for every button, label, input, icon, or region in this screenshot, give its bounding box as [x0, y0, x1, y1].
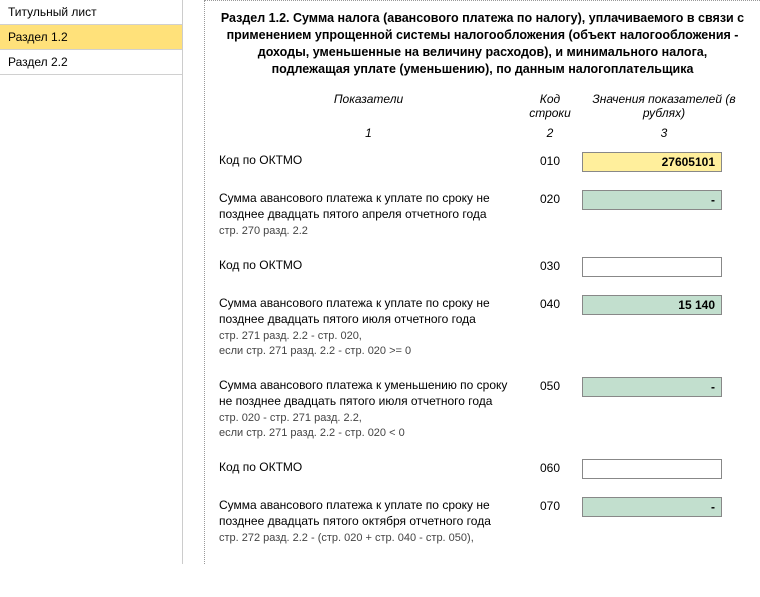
col-num-3: 3 [582, 126, 746, 140]
form-row: Сумма авансового платежа к уплате по сро… [219, 497, 746, 546]
row-code: 030 [518, 257, 582, 273]
row-label: Сумма авансового платежа к уменьшению по… [219, 377, 518, 441]
col-header-indicator: Показатели [219, 92, 518, 106]
column-numbers: 1 2 3 [219, 126, 746, 140]
row-label: Код по ОКТМО [219, 459, 518, 475]
row-note: стр. 020 - стр. 271 разд. 2.2, если стр.… [219, 411, 508, 441]
col-num-1: 1 [219, 126, 518, 140]
row-value [582, 459, 746, 479]
gutter [183, 0, 205, 564]
row-value [582, 497, 746, 517]
col-header-value: Значения показателей (в рублях) [582, 92, 746, 120]
value-input[interactable] [582, 459, 722, 479]
value-input[interactable] [582, 497, 722, 517]
col-num-2: 2 [518, 126, 582, 140]
section-title: Раздел 1.2. Сумма налога (авансового пла… [219, 10, 746, 78]
row-label: Сумма авансового платежа к уплате по сро… [219, 190, 518, 239]
form-area: Раздел 1.2. Сумма налога (авансового пла… [205, 0, 760, 564]
value-input[interactable] [582, 152, 722, 172]
sidebar-item-titlepage[interactable]: Титульный лист [0, 0, 182, 25]
row-code: 070 [518, 497, 582, 513]
form-row: Код по ОКТМО 060 [219, 459, 746, 479]
sidebar: Титульный лист Раздел 1.2 Раздел 2.2 [0, 0, 183, 564]
value-input[interactable] [582, 257, 722, 277]
row-value [582, 377, 746, 397]
form-row: Сумма авансового платежа к уменьшению по… [219, 377, 746, 441]
row-label: Код по ОКТМО [219, 152, 518, 168]
form-row: Сумма авансового платежа к уплате по сро… [219, 190, 746, 239]
row-value [582, 295, 746, 315]
sidebar-item-label: Титульный лист [8, 5, 97, 19]
row-code: 050 [518, 377, 582, 393]
value-input[interactable] [582, 377, 722, 397]
row-label-text: Сумма авансового платежа к уплате по сро… [219, 190, 508, 222]
row-note: стр. 270 разд. 2.2 [219, 224, 508, 239]
row-label: Код по ОКТМО [219, 257, 518, 273]
row-value [582, 152, 746, 172]
sidebar-item-label: Раздел 1.2 [8, 30, 68, 44]
row-value [582, 257, 746, 277]
row-code: 040 [518, 295, 582, 311]
form-row: Сумма авансового платежа к уплате по сро… [219, 295, 746, 359]
row-label-text: Код по ОКТМО [219, 152, 508, 168]
sidebar-item-label: Раздел 2.2 [8, 55, 68, 69]
row-code: 020 [518, 190, 582, 206]
col-header-code: Код строки [518, 92, 582, 120]
row-code: 060 [518, 459, 582, 475]
form-row: Код по ОКТМО 030 [219, 257, 746, 277]
row-label: Сумма авансового платежа к уплате по сро… [219, 295, 518, 359]
value-input[interactable] [582, 190, 722, 210]
value-input[interactable] [582, 295, 722, 315]
row-note: стр. 271 разд. 2.2 - стр. 020, если стр.… [219, 329, 508, 359]
row-label-text: Сумма авансового платежа к уменьшению по… [219, 377, 508, 409]
row-code: 010 [518, 152, 582, 168]
sidebar-item-section-2-2[interactable]: Раздел 2.2 [0, 50, 182, 75]
row-label: Сумма авансового платежа к уплате по сро… [219, 497, 518, 546]
sidebar-item-section-1-2[interactable]: Раздел 1.2 [0, 25, 182, 50]
row-label-text: Код по ОКТМО [219, 257, 508, 273]
row-label-text: Код по ОКТМО [219, 459, 508, 475]
row-value [582, 190, 746, 210]
row-note: стр. 272 разд. 2.2 - (стр. 020 + стр. 04… [219, 531, 508, 546]
row-label-text: Сумма авансового платежа к уплате по сро… [219, 295, 508, 327]
form-row: Код по ОКТМО 010 [219, 152, 746, 172]
row-label-text: Сумма авансового платежа к уплате по сро… [219, 497, 508, 529]
column-headers: Показатели Код строки Значения показател… [219, 92, 746, 120]
